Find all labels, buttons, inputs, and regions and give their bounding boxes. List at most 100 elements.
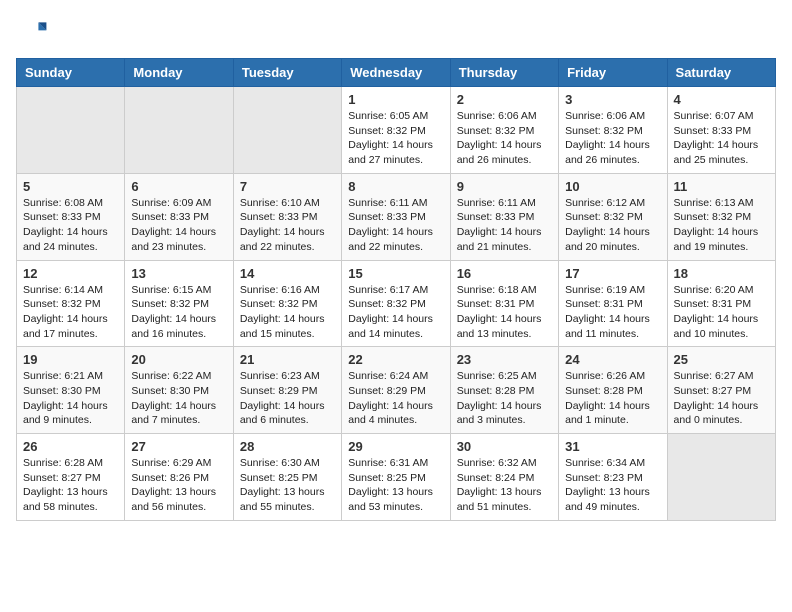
calendar-cell: 24 Sunrise: 6:26 AM Sunset: 8:28 PM Dayli… (559, 347, 667, 434)
day-number: 11 (674, 179, 769, 194)
day-number: 22 (348, 352, 443, 367)
calendar-cell: 2 Sunrise: 6:06 AM Sunset: 8:32 PM Daylig… (450, 87, 558, 174)
calendar-cell: 12 Sunrise: 6:14 AM Sunset: 8:32 PM Dayli… (17, 260, 125, 347)
day-info: Sunrise: 6:28 AM Sunset: 8:27 PM Dayligh… (23, 456, 118, 515)
day-number: 5 (23, 179, 118, 194)
day-info: Sunrise: 6:21 AM Sunset: 8:30 PM Dayligh… (23, 369, 118, 428)
day-info: Sunrise: 6:34 AM Sunset: 8:23 PM Dayligh… (565, 456, 660, 515)
day-info: Sunrise: 6:27 AM Sunset: 8:27 PM Dayligh… (674, 369, 769, 428)
day-info: Sunrise: 6:14 AM Sunset: 8:32 PM Dayligh… (23, 283, 118, 342)
day-info: Sunrise: 6:16 AM Sunset: 8:32 PM Dayligh… (240, 283, 335, 342)
day-info: Sunrise: 6:18 AM Sunset: 8:31 PM Dayligh… (457, 283, 552, 342)
day-info: Sunrise: 6:06 AM Sunset: 8:32 PM Dayligh… (457, 109, 552, 168)
day-number: 16 (457, 266, 552, 281)
day-number: 24 (565, 352, 660, 367)
day-info: Sunrise: 6:31 AM Sunset: 8:25 PM Dayligh… (348, 456, 443, 515)
day-number: 2 (457, 92, 552, 107)
day-info: Sunrise: 6:09 AM Sunset: 8:33 PM Dayligh… (131, 196, 226, 255)
calendar-cell: 19 Sunrise: 6:21 AM Sunset: 8:30 PM Dayli… (17, 347, 125, 434)
day-info: Sunrise: 6:15 AM Sunset: 8:32 PM Dayligh… (131, 283, 226, 342)
calendar-cell: 29Sunrise: 6:31 AM Sunset: 8:25 PM Dayli… (342, 434, 450, 521)
day-number: 23 (457, 352, 552, 367)
calendar-table: SundayMondayTuesdayWednesdayThursdayFrid… (16, 58, 776, 521)
calendar-cell: 1Sunrise: 6:05 AM Sunset: 8:32 PM Daylig… (342, 87, 450, 174)
calendar-cell (667, 434, 775, 521)
day-number: 3 (565, 92, 660, 107)
calendar-cell: 23 Sunrise: 6:25 AM Sunset: 8:28 PM Dayli… (450, 347, 558, 434)
calendar-cell: 10 Sunrise: 6:12 AM Sunset: 8:32 PM Dayli… (559, 173, 667, 260)
day-info: Sunrise: 6:32 AM Sunset: 8:24 PM Dayligh… (457, 456, 552, 515)
calendar-row-0: 1Sunrise: 6:05 AM Sunset: 8:32 PM Daylig… (17, 87, 776, 174)
calendar-cell: 30 Sunrise: 6:32 AM Sunset: 8:24 PM Dayli… (450, 434, 558, 521)
calendar-header-wednesday: Wednesday (342, 59, 450, 87)
page-header (16, 16, 776, 48)
day-info: Sunrise: 6:06 AM Sunset: 8:32 PM Dayligh… (565, 109, 660, 168)
calendar-cell: 13 Sunrise: 6:15 AM Sunset: 8:32 PM Dayli… (125, 260, 233, 347)
day-info: Sunrise: 6:19 AM Sunset: 8:31 PM Dayligh… (565, 283, 660, 342)
calendar-cell: 20 Sunrise: 6:22 AM Sunset: 8:30 PM Dayli… (125, 347, 233, 434)
calendar-cell: 14 Sunrise: 6:16 AM Sunset: 8:32 PM Dayli… (233, 260, 341, 347)
day-info: Sunrise: 6:05 AM Sunset: 8:32 PM Dayligh… (348, 109, 443, 168)
day-number: 28 (240, 439, 335, 454)
day-info: Sunrise: 6:08 AM Sunset: 8:33 PM Dayligh… (23, 196, 118, 255)
day-info: Sunrise: 6:12 AM Sunset: 8:32 PM Dayligh… (565, 196, 660, 255)
calendar-cell: 31 Sunrise: 6:34 AM Sunset: 8:23 PM Dayli… (559, 434, 667, 521)
day-info: Sunrise: 6:26 AM Sunset: 8:28 PM Dayligh… (565, 369, 660, 428)
day-number: 18 (674, 266, 769, 281)
day-number: 27 (131, 439, 226, 454)
calendar-header-thursday: Thursday (450, 59, 558, 87)
calendar-row-1: 5 Sunrise: 6:08 AM Sunset: 8:33 PM Daylig… (17, 173, 776, 260)
day-info: Sunrise: 6:11 AM Sunset: 8:33 PM Dayligh… (348, 196, 443, 255)
day-number: 8 (348, 179, 443, 194)
calendar-cell: 21 Sunrise: 6:23 AM Sunset: 8:29 PM Dayli… (233, 347, 341, 434)
day-number: 6 (131, 179, 226, 194)
day-info: Sunrise: 6:24 AM Sunset: 8:29 PM Dayligh… (348, 369, 443, 428)
day-number: 21 (240, 352, 335, 367)
calendar-header-row: SundayMondayTuesdayWednesdayThursdayFrid… (17, 59, 776, 87)
calendar-cell: 8 Sunrise: 6:11 AM Sunset: 8:33 PM Daylig… (342, 173, 450, 260)
day-number: 20 (131, 352, 226, 367)
calendar-cell: 26 Sunrise: 6:28 AM Sunset: 8:27 PM Dayli… (17, 434, 125, 521)
calendar-header-monday: Monday (125, 59, 233, 87)
day-info: Sunrise: 6:23 AM Sunset: 8:29 PM Dayligh… (240, 369, 335, 428)
calendar-cell: 15 Sunrise: 6:17 AM Sunset: 8:32 PM Dayli… (342, 260, 450, 347)
day-number: 31 (565, 439, 660, 454)
day-info: Sunrise: 6:25 AM Sunset: 8:28 PM Dayligh… (457, 369, 552, 428)
day-number: 19 (23, 352, 118, 367)
calendar-cell (233, 87, 341, 174)
day-number: 30 (457, 439, 552, 454)
calendar-cell: 22 Sunrise: 6:24 AM Sunset: 8:29 PM Dayli… (342, 347, 450, 434)
calendar-cell: 11 Sunrise: 6:13 AM Sunset: 8:32 PM Dayli… (667, 173, 775, 260)
calendar-cell (125, 87, 233, 174)
day-number: 17 (565, 266, 660, 281)
logo-icon (16, 16, 48, 48)
calendar-header-saturday: Saturday (667, 59, 775, 87)
day-number: 26 (23, 439, 118, 454)
calendar-cell: 9Sunrise: 6:11 AM Sunset: 8:33 PM Daylig… (450, 173, 558, 260)
day-info: Sunrise: 6:13 AM Sunset: 8:32 PM Dayligh… (674, 196, 769, 255)
calendar-cell: 27Sunrise: 6:29 AM Sunset: 8:26 PM Dayli… (125, 434, 233, 521)
day-number: 15 (348, 266, 443, 281)
day-number: 25 (674, 352, 769, 367)
calendar-cell: 18 Sunrise: 6:20 AM Sunset: 8:31 PM Dayli… (667, 260, 775, 347)
day-info: Sunrise: 6:30 AM Sunset: 8:25 PM Dayligh… (240, 456, 335, 515)
day-number: 10 (565, 179, 660, 194)
day-number: 12 (23, 266, 118, 281)
logo (16, 16, 52, 48)
day-info: Sunrise: 6:17 AM Sunset: 8:32 PM Dayligh… (348, 283, 443, 342)
day-info: Sunrise: 6:20 AM Sunset: 8:31 PM Dayligh… (674, 283, 769, 342)
calendar-cell: 25 Sunrise: 6:27 AM Sunset: 8:27 PM Dayli… (667, 347, 775, 434)
day-number: 13 (131, 266, 226, 281)
calendar-cell (17, 87, 125, 174)
calendar-header-tuesday: Tuesday (233, 59, 341, 87)
calendar-cell: 5 Sunrise: 6:08 AM Sunset: 8:33 PM Daylig… (17, 173, 125, 260)
calendar-row-3: 19 Sunrise: 6:21 AM Sunset: 8:30 PM Dayli… (17, 347, 776, 434)
day-info: Sunrise: 6:22 AM Sunset: 8:30 PM Dayligh… (131, 369, 226, 428)
day-number: 14 (240, 266, 335, 281)
calendar-row-4: 26 Sunrise: 6:28 AM Sunset: 8:27 PM Dayli… (17, 434, 776, 521)
calendar-cell: 3 Sunrise: 6:06 AM Sunset: 8:32 PM Daylig… (559, 87, 667, 174)
calendar-row-2: 12 Sunrise: 6:14 AM Sunset: 8:32 PM Dayli… (17, 260, 776, 347)
day-info: Sunrise: 6:07 AM Sunset: 8:33 PM Dayligh… (674, 109, 769, 168)
calendar-header-friday: Friday (559, 59, 667, 87)
calendar-cell: 16 Sunrise: 6:18 AM Sunset: 8:31 PM Dayli… (450, 260, 558, 347)
